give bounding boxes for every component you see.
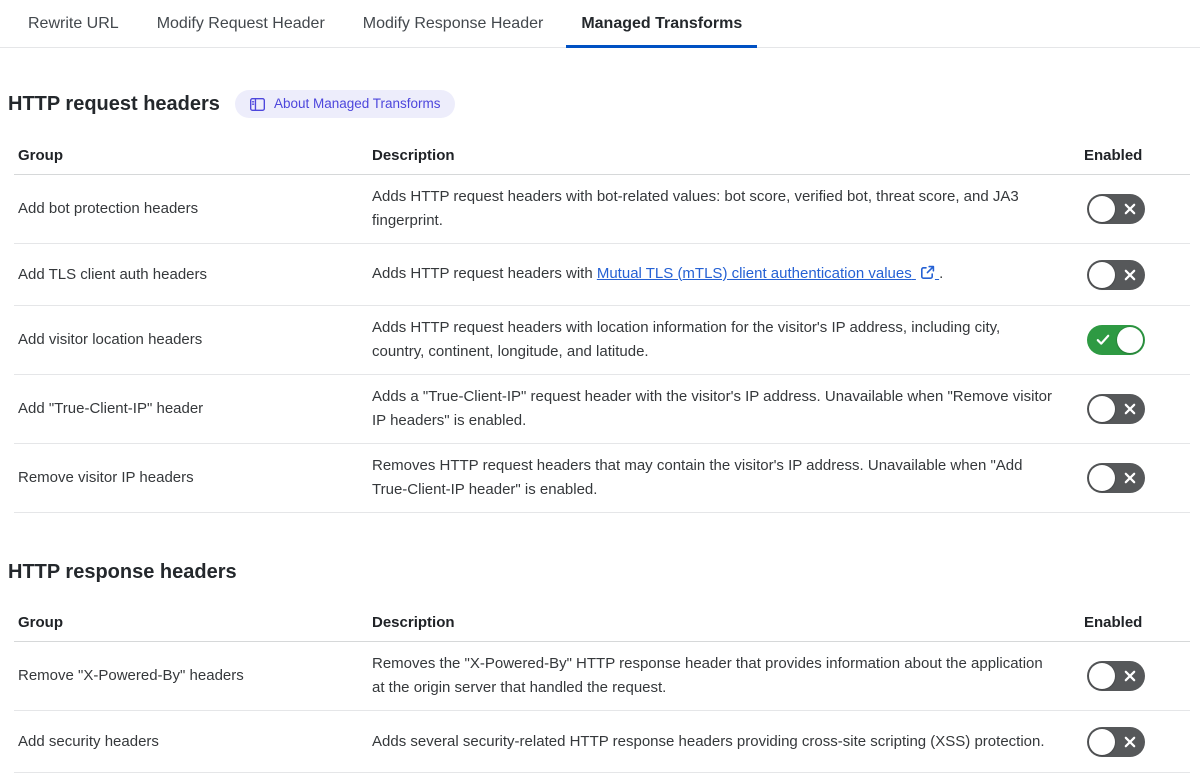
enabled-toggle[interactable] xyxy=(1087,661,1145,691)
toggle-knob xyxy=(1089,396,1115,422)
group-cell: Add bot protection headers xyxy=(18,200,199,217)
description-cell: Adds HTTP request headers with location … xyxy=(372,319,1001,360)
badge-label: About Managed Transforms xyxy=(273,96,441,111)
external-link-icon xyxy=(920,265,939,284)
request-section-title: HTTP request headers xyxy=(8,93,220,115)
enabled-toggle[interactable] xyxy=(1087,325,1145,355)
request-headers-section: HTTP request headers About Managed Trans… xyxy=(0,90,1200,513)
tab-modify-response-header[interactable]: Modify Response Header xyxy=(348,0,559,48)
description-cell: Removes HTTP request headers that may co… xyxy=(372,457,1023,498)
group-cell: Add visitor location headers xyxy=(18,331,203,348)
tab-rewrite-url[interactable]: Rewrite URL xyxy=(13,0,134,48)
column-header-enabled: Enabled xyxy=(1084,133,1190,175)
table-row: Remove visitor IP headers Removes HTTP r… xyxy=(14,444,1190,513)
table-header-row: Group Description Enabled xyxy=(14,600,1190,642)
x-icon xyxy=(1124,670,1136,682)
table-row: Add "True-Client-IP" header Adds a "True… xyxy=(14,375,1190,444)
group-cell: Add TLS client auth headers xyxy=(18,265,208,283)
response-headers-table: Group Description Enabled Remove "X-Powe… xyxy=(14,600,1190,773)
table-header-row: Group Description Enabled xyxy=(14,133,1190,175)
toggle-knob xyxy=(1089,261,1115,288)
x-icon xyxy=(1124,472,1136,484)
enabled-toggle[interactable] xyxy=(1087,194,1145,224)
tab-label: Modify Response Header xyxy=(362,15,544,32)
response-headers-section: HTTP response headers Group Description … xyxy=(0,559,1200,773)
column-header-enabled: Enabled xyxy=(1084,600,1190,642)
tab-label: Modify Request Header xyxy=(156,15,325,32)
column-header-description: Description xyxy=(372,600,1084,642)
tab-managed-transforms[interactable]: Managed Transforms xyxy=(566,0,758,48)
book-icon xyxy=(249,97,266,112)
description-link[interactable]: Mutual TLS (mTLS) client authentication … xyxy=(597,265,939,282)
toggle-knob xyxy=(1117,327,1143,353)
tab-label: Rewrite URL xyxy=(28,15,119,32)
toggle-knob xyxy=(1089,663,1115,689)
description-cell: Adds HTTP request headers with Mutual TL… xyxy=(372,264,944,282)
table-row: Add bot protection headers Adds HTTP req… xyxy=(14,175,1190,244)
column-header-description: Description xyxy=(372,133,1084,175)
tab-bar: Rewrite URL Modify Request Header Modify… xyxy=(0,0,1200,48)
description-cell: Removes the "X-Powered-By" HTTP response… xyxy=(372,655,1043,696)
column-header-group: Group xyxy=(14,600,372,642)
column-header-group: Group xyxy=(14,133,372,175)
enabled-toggle[interactable] xyxy=(1087,463,1145,493)
x-icon xyxy=(1124,269,1136,281)
table-row: Add TLS client auth headers Adds HTTP re… xyxy=(14,244,1190,306)
toggle-knob xyxy=(1089,465,1115,491)
group-cell: Remove visitor IP headers xyxy=(18,469,194,486)
table-row: Remove "X-Powered-By" headers Removes th… xyxy=(14,642,1190,711)
x-icon xyxy=(1124,203,1136,215)
check-icon xyxy=(1096,334,1110,346)
about-managed-transforms-badge[interactable]: About Managed Transforms xyxy=(234,90,455,118)
group-cell: Remove "X-Powered-By" headers xyxy=(18,667,244,684)
description-cell: Adds a "True-Client-IP" request header w… xyxy=(372,388,1052,429)
table-row: Add visitor location headers Adds HTTP r… xyxy=(14,306,1190,375)
toggle-knob xyxy=(1089,196,1115,222)
tab-label: Managed Transforms xyxy=(581,15,743,32)
tab-modify-request-header[interactable]: Modify Request Header xyxy=(142,0,340,48)
x-icon xyxy=(1124,403,1136,415)
response-section-title: HTTP response headers xyxy=(8,561,237,583)
description-cell: Adds HTTP request headers with bot-relat… xyxy=(372,188,1019,229)
enabled-toggle[interactable] xyxy=(1087,259,1145,290)
request-headers-table: Group Description Enabled Add bot protec… xyxy=(14,133,1190,513)
enabled-toggle[interactable] xyxy=(1087,394,1145,424)
group-cell: Add "True-Client-IP" header xyxy=(18,400,204,417)
